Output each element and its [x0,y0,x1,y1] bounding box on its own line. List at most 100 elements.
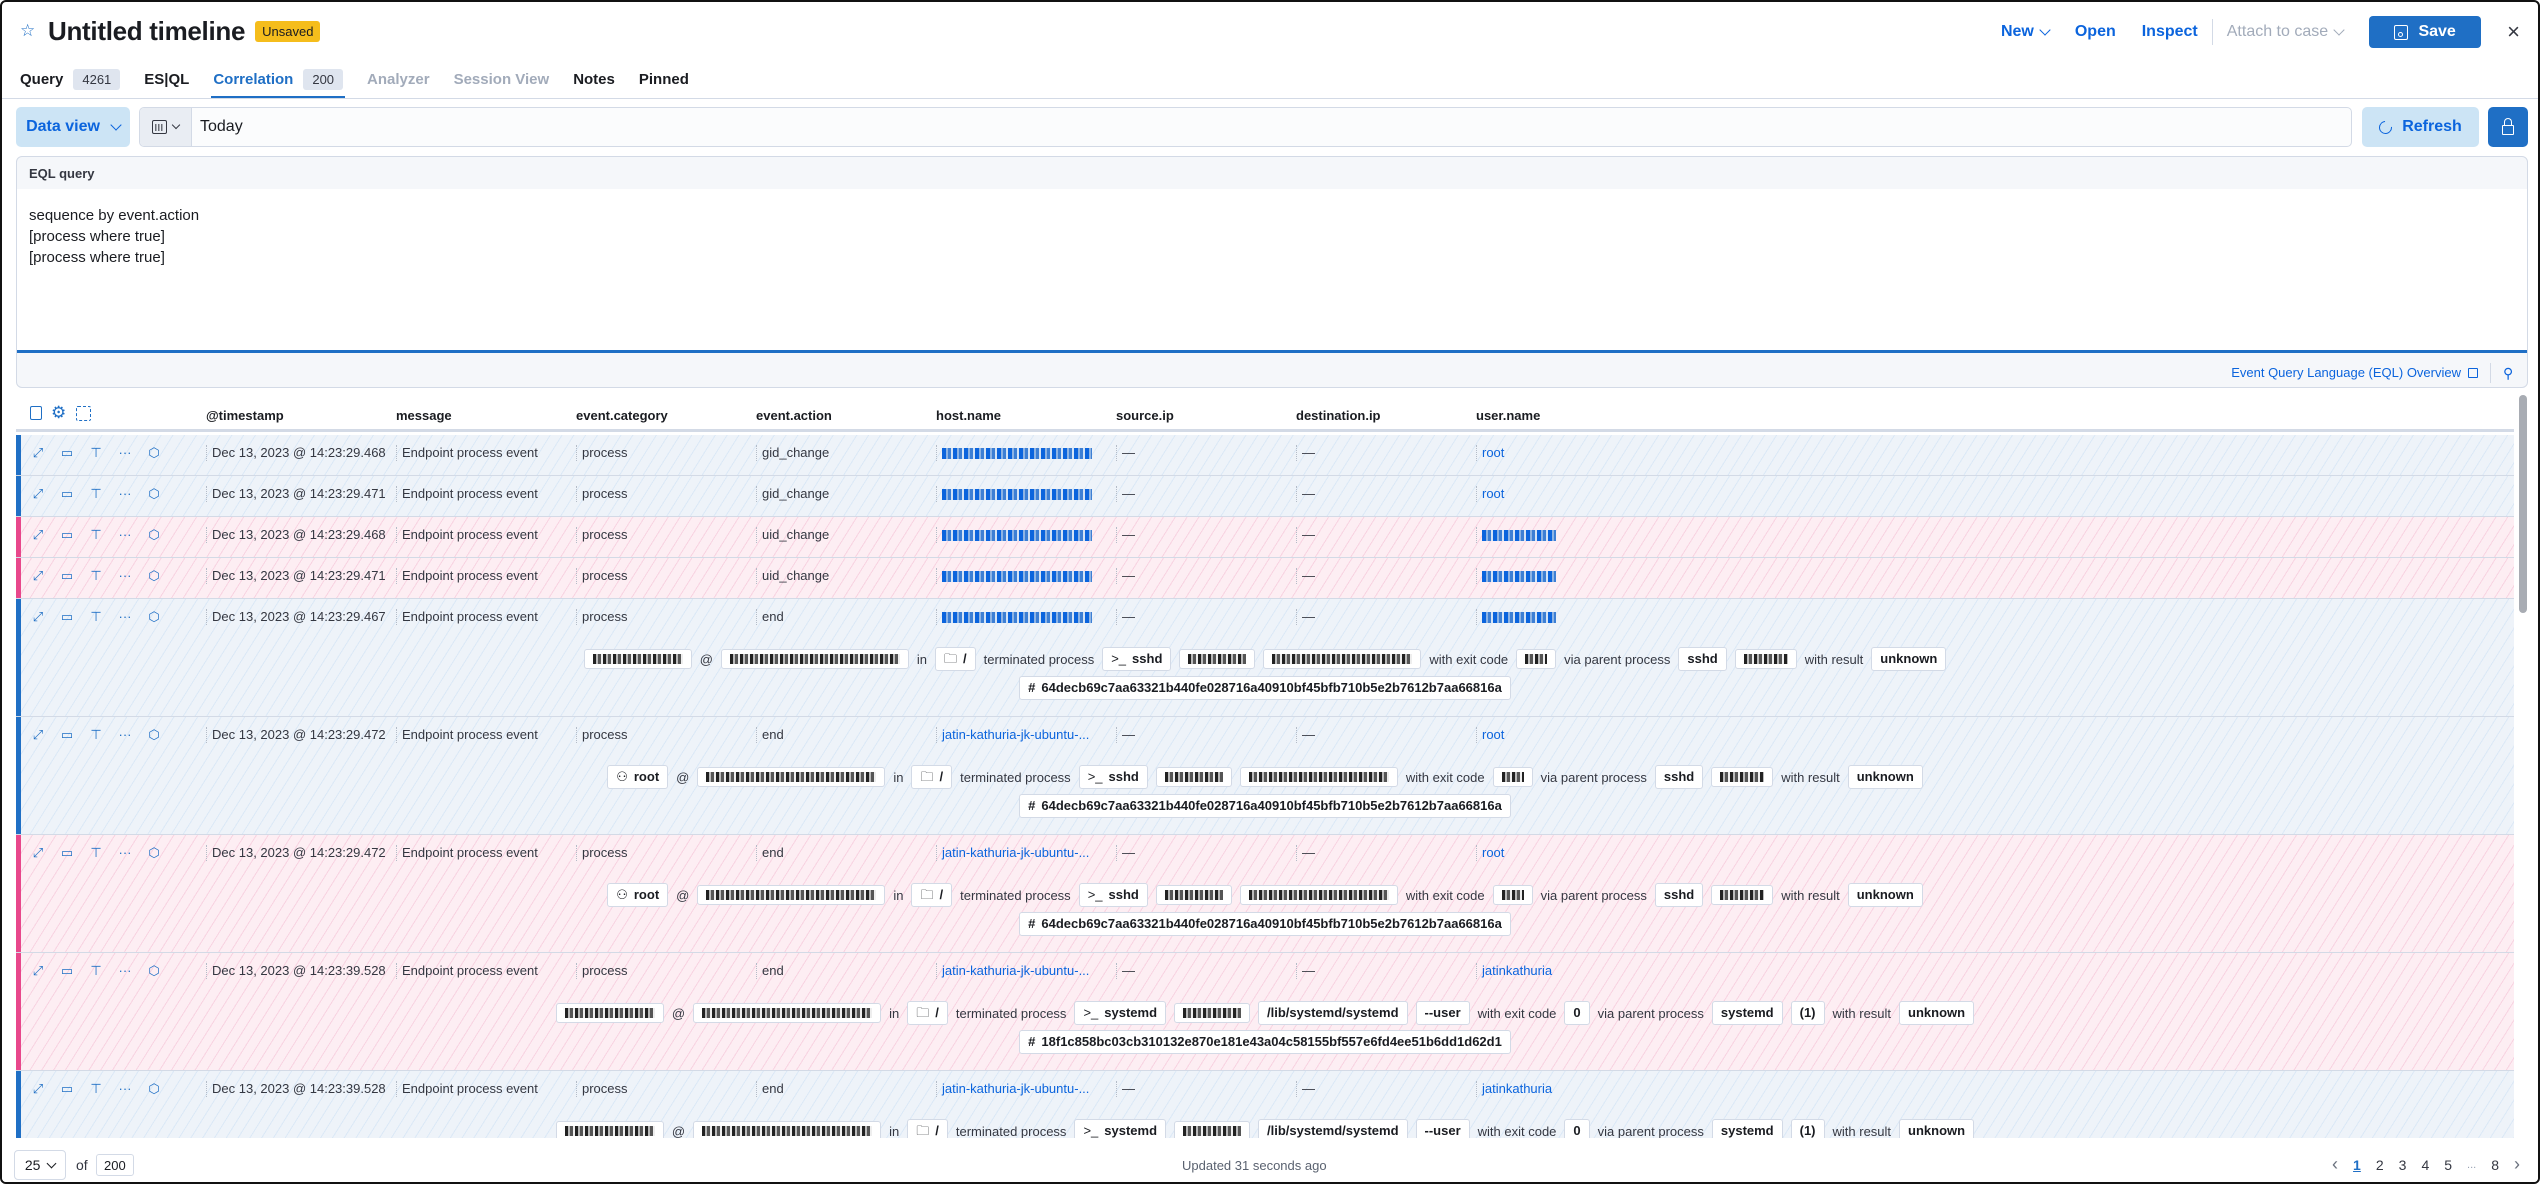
process-name-chip[interactable]: >_ systemd [1074,1001,1167,1025]
parent-process-chip[interactable]: systemd [1711,1001,1783,1025]
expand-event-icon[interactable]: ⤢ [30,1081,46,1097]
data-view-button[interactable]: Data view [16,107,130,147]
analyze-event-icon[interactable]: ⬡ [146,845,162,861]
column-header-message[interactable]: message [396,408,452,423]
cell-user-name[interactable]: jatinkathuria [1476,1081,1552,1097]
new-button[interactable]: New [2001,23,2051,41]
analyze-event-icon[interactable]: ⬡ [146,527,162,543]
result-chip[interactable]: unknown [1871,647,1947,671]
cell-host-name[interactable] [936,527,1092,543]
analyze-event-icon[interactable]: ⬡ [146,609,162,625]
gear-icon[interactable]: ⚙ [51,404,67,421]
column-header-destination-ip[interactable]: destination.ip [1296,408,1381,423]
eql-overview-link[interactable]: Event Query Language (EQL) Overview [2231,365,2478,380]
fullscreen-icon[interactable] [76,405,91,421]
add-note-icon[interactable]: ▭ [59,1081,75,1097]
host-chip[interactable] [697,885,886,905]
parent-process-chip[interactable]: sshd [1678,647,1727,671]
column-header-host-name[interactable]: host.name [936,408,1001,423]
column-header-event-category[interactable]: event.category [576,408,668,423]
process-name-chip[interactable]: >_ sshd [1102,647,1172,671]
expand-event-icon[interactable]: ⤢ [30,609,46,625]
add-note-icon[interactable]: ▭ [59,609,75,625]
parent-pid-chip[interactable] [1711,885,1774,905]
page-4[interactable]: 4 [2421,1157,2429,1173]
pin-icon[interactable]: ⊤ [88,527,104,543]
eql-query-input[interactable]: sequence by event.action [process where … [17,189,2527,353]
table-row[interactable]: ⤢ ▭ ⊤ ··· ⬡ Dec 13, 2023 @ 14:23:39.528 Endpoi… [16,953,2514,1071]
process-args-extra-chip[interactable]: --user [1415,1119,1470,1138]
process-pid-chip[interactable] [1155,885,1232,905]
more-actions-icon[interactable]: ··· [117,845,133,861]
exit-code-chip[interactable] [1492,767,1533,787]
table-row[interactable]: ⤢ ▭ ⊤ ··· ⬡ Dec 13, 2023 @ 14:23:39.528 Endpoi… [16,1071,2514,1138]
tab-esql[interactable]: ES|QL [144,64,189,94]
settings-sliders-icon[interactable]: ⚲ [2503,365,2517,381]
add-note-icon[interactable]: ▭ [59,486,75,502]
cell-user-name[interactable]: root [1476,445,1504,461]
expand-event-icon[interactable]: ⤢ [30,445,46,461]
host-chip[interactable] [720,649,909,669]
cell-user-name[interactable] [1476,568,1556,584]
analyze-event-icon[interactable]: ⬡ [146,963,162,979]
table-row[interactable]: ⤢ ▭ ⊤ ··· ⬡ Dec 13, 2023 @ 14:23:29.468 Endpoi… [16,435,2514,476]
pin-icon[interactable]: ⊤ [88,845,104,861]
lock-toggle-button[interactable] [2488,107,2528,147]
page-3[interactable]: 3 [2399,1157,2407,1173]
refresh-button[interactable]: Refresh [2362,107,2479,147]
process-hash-chip[interactable]: #64decb69c7aa63321b440fe028716a40910bf45… [1019,794,1511,818]
previous-page-icon[interactable]: ‹ [2332,1154,2338,1175]
pin-icon[interactable]: ⊤ [88,963,104,979]
date-picker[interactable]: Today [139,107,2352,147]
analyze-event-icon[interactable]: ⬡ [146,568,162,584]
open-button[interactable]: Open [2075,23,2116,41]
host-chip[interactable] [693,1003,882,1023]
cell-user-name[interactable] [1476,609,1556,625]
cell-host-name[interactable] [936,486,1092,502]
pin-icon[interactable]: ⊤ [88,727,104,743]
process-hash-chip[interactable]: #18f1c858bc03cb310132e870e181e43a04c5815… [1019,1030,1511,1054]
process-args-extra-chip[interactable]: --user [1415,1001,1470,1025]
cell-host-name[interactable] [936,609,1092,625]
more-actions-icon[interactable]: ··· [117,963,133,979]
expand-event-icon[interactable]: ⤢ [30,963,46,979]
result-chip[interactable]: unknown [1899,1001,1975,1025]
more-actions-icon[interactable]: ··· [117,568,133,584]
tab-query[interactable]: Query 4261 [20,64,121,94]
working-directory-chip[interactable]: 🗀 / [907,1119,948,1138]
process-args-chip[interactable]: /lib/systemd/systemd [1258,1001,1408,1025]
user-chip[interactable] [555,1003,664,1023]
page-2[interactable]: 2 [2376,1157,2384,1173]
process-pid-chip[interactable] [1174,1003,1251,1023]
tab-pinned[interactable]: Pinned [639,64,689,94]
pin-icon[interactable]: ⊤ [88,609,104,625]
tab-session-view[interactable]: Session View [454,64,550,94]
expand-event-icon[interactable]: ⤢ [30,845,46,861]
add-note-icon[interactable]: ▭ [59,445,75,461]
host-chip[interactable] [697,767,886,787]
expand-event-icon[interactable]: ⤢ [30,486,46,502]
parent-process-chip[interactable]: systemd [1711,1119,1783,1138]
analyze-event-icon[interactable]: ⬡ [146,486,162,502]
pin-icon[interactable]: ⊤ [88,486,104,502]
cell-user-name[interactable]: root [1476,727,1504,743]
column-header-timestamp[interactable]: @timestamp [206,408,284,423]
working-directory-chip[interactable]: 🗀 / [935,647,976,671]
cell-user-name[interactable]: root [1476,845,1504,861]
table-row[interactable]: ⤢ ▭ ⊤ ··· ⬡ Dec 13, 2023 @ 14:23:29.471 Endpoi… [16,476,2514,517]
cell-host-name[interactable]: jatin-kathuria-jk-ubuntu-... [936,1081,1089,1097]
page-title[interactable]: Untitled timeline [48,16,245,47]
cell-host-name[interactable] [936,445,1092,461]
user-chip[interactable] [583,649,692,669]
expand-event-icon[interactable]: ⤢ [30,727,46,743]
add-note-icon[interactable]: ▭ [59,963,75,979]
more-actions-icon[interactable]: ··· [117,609,133,625]
table-row[interactable]: ⤢ ▭ ⊤ ··· ⬡ Dec 13, 2023 @ 14:23:29.471 Endpoi… [16,558,2514,599]
expand-event-icon[interactable]: ⤢ [30,527,46,543]
exit-code-chip[interactable]: 0 [1564,1001,1590,1025]
more-actions-icon[interactable]: ··· [117,727,133,743]
cell-user-name[interactable]: jatinkathuria [1476,963,1552,979]
star-icon[interactable]: ☆ [20,22,38,40]
exit-code-chip[interactable] [1516,649,1557,669]
cell-user-name[interactable] [1476,527,1556,543]
